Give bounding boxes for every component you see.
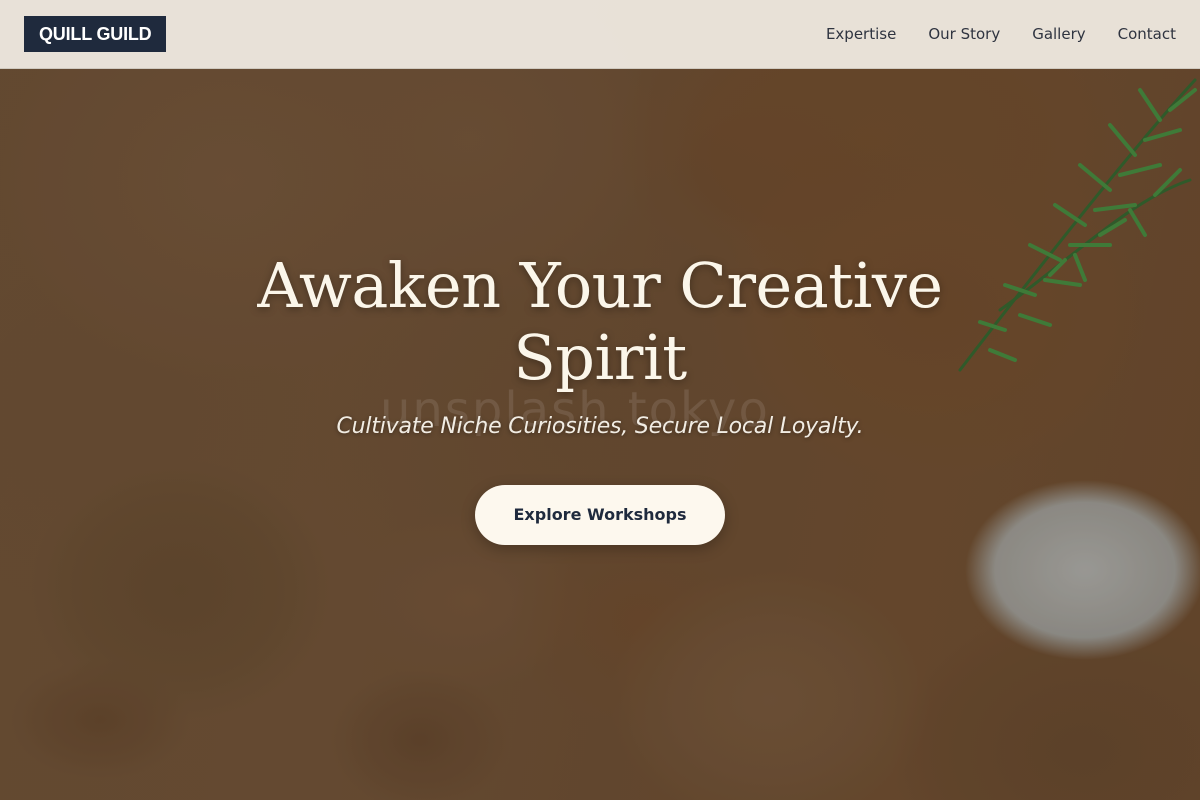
nav-link-gallery[interactable]: Gallery [1032,25,1085,43]
brand-logo[interactable]: QUILL GUILD [24,16,167,52]
main-nav: Expertise Our Story Gallery Contact [826,25,1176,43]
hero-tagline: Cultivate Niche Curiosities, Secure Loca… [336,414,864,439]
nav-link-our-story[interactable]: Our Story [928,25,1000,43]
nav-link-expertise[interactable]: Expertise [826,25,896,43]
nav-link-contact[interactable]: Contact [1118,25,1176,43]
explore-workshops-button[interactable]: Explore Workshops [475,485,725,545]
hero-section: Awaken Your Creative Spirit Cultivate Ni… [0,250,1200,545]
hero-headline: Awaken Your Creative Spirit [257,249,943,394]
top-navbar: QUILL GUILD Expertise Our Story Gallery … [0,0,1200,69]
